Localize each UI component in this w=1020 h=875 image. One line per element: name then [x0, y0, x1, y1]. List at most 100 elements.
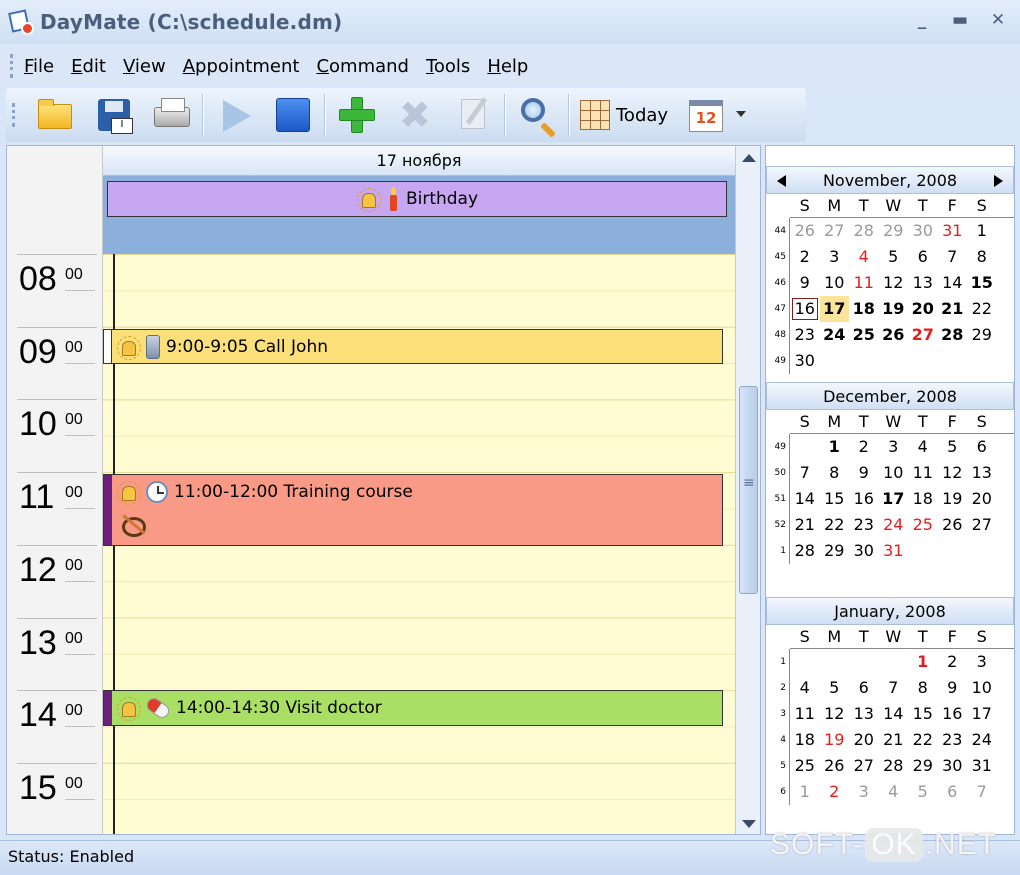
calendar-day[interactable]: 16 — [938, 701, 968, 727]
chevron-down-icon[interactable] — [736, 111, 747, 117]
calendar-day[interactable]: 13 — [908, 270, 938, 296]
calendar-day[interactable]: 27 — [849, 753, 879, 779]
delete-button[interactable]: ✖ — [386, 90, 444, 140]
maximize-button[interactable]: ▬ — [952, 10, 968, 30]
calendar-day[interactable]: 18 — [849, 296, 879, 322]
calendar-day[interactable]: 1 — [790, 779, 820, 805]
calendar-day[interactable]: 9 — [849, 460, 879, 486]
calendar-day[interactable]: 17 — [967, 701, 997, 727]
calendar-day[interactable]: 15 — [820, 486, 850, 512]
stop-button[interactable] — [264, 90, 322, 140]
calendar-day[interactable]: 7 — [938, 244, 968, 270]
calendar-day[interactable]: 28 — [879, 753, 909, 779]
calendar-day[interactable]: 10 — [967, 675, 997, 701]
calendar-day[interactable]: 29 — [879, 218, 909, 244]
calendar-day[interactable]: 7 — [967, 779, 997, 805]
calendar-day[interactable]: 28 — [938, 322, 968, 348]
calendar-day[interactable]: 17 — [879, 486, 909, 512]
calendar-day[interactable]: 6 — [967, 434, 997, 460]
calendar-day[interactable]: 5 — [879, 244, 909, 270]
calendar-day[interactable]: 19 — [879, 296, 909, 322]
print-button[interactable] — [142, 90, 200, 140]
calendar-day[interactable]: 4 — [849, 244, 879, 270]
menu-appointment[interactable]: Appointment — [183, 56, 300, 77]
calendar-day[interactable]: 4 — [790, 675, 820, 701]
calendar-day[interactable]: 2 — [820, 779, 850, 805]
calendar-day[interactable]: 23 — [938, 727, 968, 753]
calendar-day[interactable] — [790, 434, 820, 460]
next-month-icon[interactable] — [994, 175, 1003, 187]
calendar-day[interactable]: 1 — [908, 649, 938, 675]
edit-button[interactable] — [444, 90, 502, 140]
calendar-day[interactable]: 25 — [908, 512, 938, 538]
calendar-day[interactable]: 5 — [908, 779, 938, 805]
calendar-day[interactable] — [849, 649, 879, 675]
calendar-day[interactable]: 6 — [908, 244, 938, 270]
calendar-day[interactable]: 9 — [790, 270, 820, 296]
calendar-day[interactable]: 19 — [820, 727, 850, 753]
calendar-day[interactable]: 20 — [849, 727, 879, 753]
calendar-day[interactable]: 9 — [938, 675, 968, 701]
calendar-day[interactable]: 7 — [790, 460, 820, 486]
calendar-day[interactable]: 30 — [938, 753, 968, 779]
calendar-day[interactable]: 30 — [790, 348, 820, 374]
calendar-day[interactable]: 13 — [849, 701, 879, 727]
calendar-day[interactable]: 29 — [967, 322, 997, 348]
scroll-thumb[interactable] — [739, 386, 758, 594]
open-button[interactable] — [26, 90, 84, 140]
calendar-day[interactable]: 24 — [967, 727, 997, 753]
calendar-day[interactable]: 11 — [790, 701, 820, 727]
calendar-day[interactable]: 2 — [849, 434, 879, 460]
calendar-day[interactable]: 3 — [820, 244, 850, 270]
calendar-day[interactable]: 16 — [790, 296, 820, 322]
calendar-day[interactable]: 30 — [849, 538, 879, 564]
calendar-day[interactable]: 29 — [908, 753, 938, 779]
calendar-day[interactable]: 8 — [820, 460, 850, 486]
save-button[interactable] — [84, 90, 142, 140]
menu-file[interactable]: File — [24, 56, 54, 77]
calendar-day[interactable]: 22 — [820, 512, 850, 538]
calendar-day[interactable]: 13 — [967, 460, 997, 486]
calendar-day[interactable]: 27 — [820, 218, 850, 244]
calendar-day[interactable]: 19 — [938, 486, 968, 512]
prev-month-icon[interactable] — [777, 175, 786, 187]
calendar-day[interactable]: 8 — [967, 244, 997, 270]
calendar-day[interactable]: 16 — [849, 486, 879, 512]
today-button[interactable]: Today — [572, 90, 676, 140]
calendar-day[interactable]: 5 — [938, 434, 968, 460]
calendar-day[interactable]: 3 — [849, 779, 879, 805]
calendar-day[interactable]: 23 — [790, 322, 820, 348]
all-day-event-birthday[interactable]: Birthday — [107, 181, 727, 217]
calendar-day[interactable]: 12 — [820, 701, 850, 727]
calendar-day[interactable]: 11 — [849, 270, 879, 296]
calendar-day[interactable]: 7 — [879, 675, 909, 701]
calendar-day[interactable]: 17 — [819, 296, 849, 322]
add-appointment-button[interactable] — [328, 90, 386, 140]
calendar-day[interactable]: 8 — [908, 675, 938, 701]
calendar-day[interactable] — [790, 649, 820, 675]
calendar-day[interactable]: 14 — [879, 701, 909, 727]
close-button[interactable]: ✕ — [990, 10, 1006, 30]
calendar-day[interactable]: 21 — [938, 296, 968, 322]
calendar-day[interactable]: 23 — [849, 512, 879, 538]
calendar-day[interactable]: 18 — [790, 727, 820, 753]
calendar-day[interactable]: 20 — [908, 296, 938, 322]
calendar-day[interactable]: 4 — [879, 779, 909, 805]
appointment-visit-doctor[interactable]: 14:00-14:30 Visit doctor — [103, 690, 723, 726]
play-button[interactable] — [206, 90, 264, 140]
calendar-day[interactable]: 18 — [908, 486, 938, 512]
calendar-day[interactable]: 25 — [849, 322, 879, 348]
calendar-day[interactable]: 4 — [908, 434, 938, 460]
calendar-day[interactable]: 31 — [879, 538, 909, 564]
calendar-day[interactable]: 2 — [790, 244, 820, 270]
calendar-day[interactable]: 25 — [790, 753, 820, 779]
calendar-day[interactable]: 6 — [849, 675, 879, 701]
calendar-dropdown-button[interactable]: 12 — [676, 90, 747, 140]
calendar-day[interactable]: 11 — [908, 460, 938, 486]
calendar-day[interactable] — [820, 649, 850, 675]
calendar-day[interactable]: 29 — [820, 538, 850, 564]
day-header[interactable]: 17 ноября — [103, 146, 735, 176]
calendar-day[interactable]: 26 — [938, 512, 968, 538]
scroll-down-icon[interactable] — [742, 820, 756, 828]
menu-help[interactable]: Help — [487, 56, 528, 77]
